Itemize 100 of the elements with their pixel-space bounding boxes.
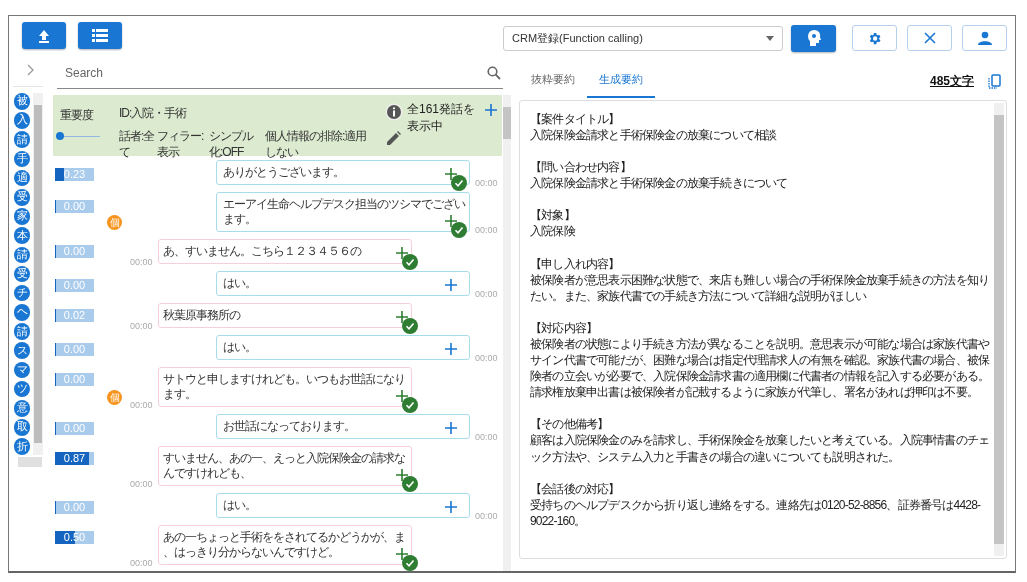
index-letter[interactable]: 被 [13,93,31,110]
index-letter[interactable]: 意 [13,400,31,417]
section-text: 入院保険金請求と手術保険金の放棄について相談 [530,127,778,144]
summary-tab[interactable]: 抜粋要約 [519,64,587,98]
section-text: 被保険者の状態により手続き方法が異なることを説明。意思表示が可能な場合は家族代書やサイン代書で可能だが、困難な場合は指定代理請求人の有無を確認。家族代書の場合、被保険者の立会いが必要で、入院保険金請求書の適用欄に代書者の情報を記入する必要がある。請求権放棄申出書は被保険者が記載するように家族が代筆し、署名があれば押印は不要。 [530,335,990,401]
score-bar: 0.00 [55,373,94,386]
close-button[interactable] [907,25,952,51]
check-icon[interactable] [402,555,418,571]
user-icon [977,31,992,45]
index-letter[interactable]: 折 [13,438,31,455]
score-bar: 0.00 [55,501,94,514]
add-icon[interactable] [445,501,457,513]
scrollbar[interactable] [994,103,1004,556]
timestamp: 00:00 [475,511,499,521]
search-field[interactable]: Search [63,65,487,81]
index-letter[interactable]: 請 [13,131,31,148]
list-view-button[interactable] [78,22,122,49]
index-letter[interactable]: 請 [13,246,31,264]
operator-message: はい。 [216,493,470,518]
index-letter[interactable]: 本 [13,227,31,244]
section-text: 入院保険 [530,223,577,240]
score-bar: 0.23 [55,168,94,181]
index-letter[interactable]: 受 [13,188,31,206]
index-letter[interactable]: 取 [13,419,31,436]
settings-icon [867,30,882,46]
check-icon[interactable] [451,222,467,238]
add-icon[interactable] [396,548,408,560]
index-letter[interactable]: 請 [13,323,31,340]
section-text: 入院保険金請求と手術保険金の放棄手続きについて [530,175,789,192]
personal-info-badge: 個 [107,215,122,230]
search-icon[interactable] [487,66,501,80]
timestamp: 00:00 [130,558,154,568]
index-letter[interactable]: マ [13,361,31,379]
check-icon[interactable] [451,175,467,191]
index-letter[interactable]: 家 [13,208,31,225]
timestamp: 00:00 [130,321,154,331]
add-icon[interactable] [396,469,408,481]
section-heading: 【問い合わせ内容】 [530,159,632,176]
edit-icon[interactable] [387,131,401,145]
timestamp: 00:00 [130,400,154,410]
personal-info-badge: 個 [107,390,122,405]
section-heading: 【対応内容】 [530,319,599,336]
timestamp: 00:00 [130,479,154,489]
timestamp: 00:00 [475,225,499,235]
index-letter[interactable]: 受 [13,265,31,283]
add-icon[interactable] [445,168,457,180]
add-icon[interactable] [396,311,408,323]
settings-button[interactable] [852,25,897,51]
section-heading: 【その他備考】 [530,416,610,433]
info-icon[interactable] [385,103,403,121]
scrollbar[interactable] [33,93,44,455]
add-icon[interactable] [396,247,408,259]
score-bar: 0.00 [55,279,94,292]
check-icon[interactable] [402,318,418,334]
operator-message: お世話になっております。 [216,414,470,439]
check-icon[interactable] [402,254,418,270]
operator-message: はい。 [216,271,470,296]
section-text: 受持ちのヘルプデスクから折り返し連絡をする。連絡先は0120-52-8856、証券番号は4428-9022-160。 [530,496,982,529]
model-select[interactable]: CRM登録(Function calling) [503,25,783,51]
index-letter[interactable]: チ [13,284,31,302]
index-letter[interactable]: ツ [13,380,31,398]
slider-thumb[interactable] [56,132,64,140]
add-icon[interactable] [445,215,457,227]
add-icon[interactable] [396,390,408,402]
index-letter[interactable]: ス [13,342,31,360]
index-letter[interactable]: 適 [13,169,31,187]
filter-id: ID:入院・手術 [119,105,188,122]
check-icon[interactable] [402,397,418,413]
add-icon[interactable] [485,104,497,116]
upload-button[interactable] [22,22,66,49]
copy-icon[interactable] [988,73,1001,89]
score-bar: 0.00 [55,422,94,435]
timestamp: 00:00 [475,289,499,299]
check-icon[interactable] [402,476,418,492]
timestamp: 00:00 [130,257,154,267]
user-button[interactable] [962,25,1007,51]
run-button[interactable] [791,24,836,52]
select-value: CRM登録(Function calling) [512,30,643,46]
index-letter[interactable]: 入 [13,112,31,129]
scrollbar[interactable] [503,95,511,571]
simple-filter: シンプル化:OFF [209,128,255,160]
list-icon [92,29,108,42]
add-icon[interactable] [445,343,457,355]
section-heading: 【対象】 [530,207,576,224]
head-icon [806,30,821,46]
score-bar: 0.00 [55,200,94,213]
section-text: 被保険者が意思表示困難な状態で、来店も難しい場合の手術保険金放棄手続きの方法を知りたい。また、家族代書での手続き方法について詳細な説明がほしい [530,271,990,304]
add-icon[interactable] [445,279,457,291]
score-bar: 0.00 [55,245,94,258]
index-letter[interactable]: ヘ [13,304,31,321]
add-icon[interactable] [445,422,457,434]
horizontal-scrollbar[interactable] [18,456,42,467]
timestamp: 00:00 [475,432,499,442]
section-heading: 【申し入れ内容】 [530,255,621,272]
summary-tab[interactable]: 生成要約 [587,64,655,98]
expand-icon[interactable] [27,64,35,76]
score-bar: 0.87 [55,452,94,465]
operator-message: はい。 [216,335,470,360]
utterance-count: 全161発話を表示中 [407,101,477,135]
index-letter[interactable]: 手 [13,150,31,168]
